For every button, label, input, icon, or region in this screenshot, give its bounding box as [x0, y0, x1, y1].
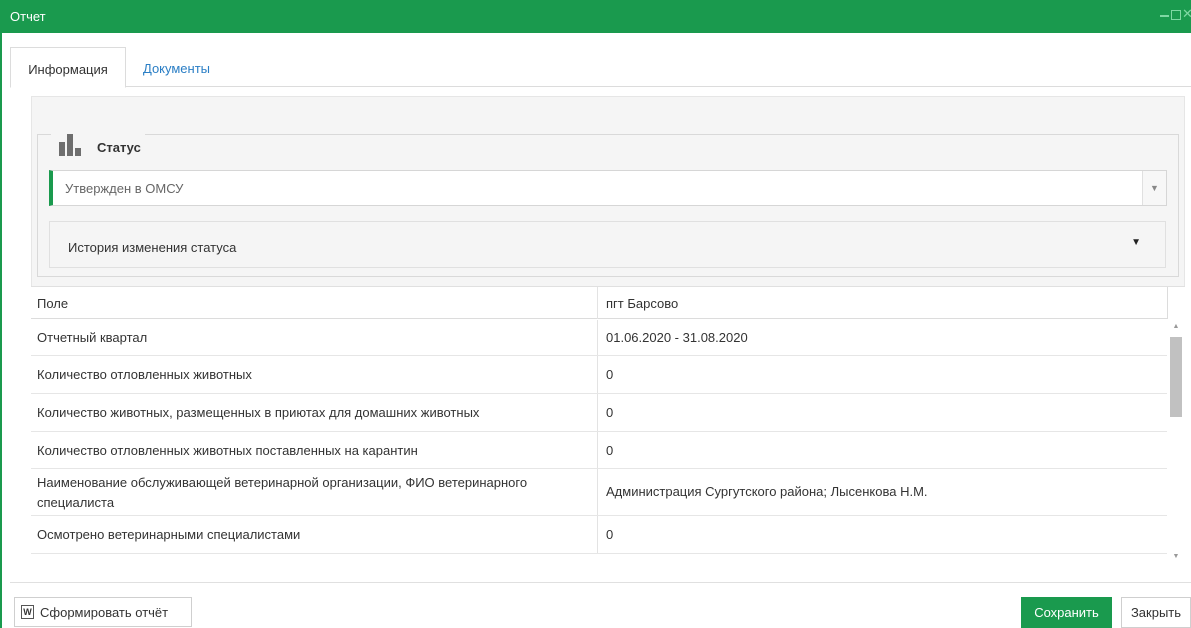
tab-bar: Информация Документы — [10, 47, 1191, 88]
word-document-icon: W — [21, 605, 34, 619]
status-select[interactable]: Утвержден в ОМСУ ▼ — [49, 170, 1167, 206]
minimize-icon[interactable] — [1160, 8, 1169, 20]
window-title: Отчет — [10, 9, 46, 24]
row-value[interactable]: Администрация Сургутского района; Лысенк… — [606, 482, 1156, 502]
report-table: Поле пгт Барсово Отчетный квартал 01.06.… — [31, 286, 1185, 563]
close-window-icon[interactable]: ✕ — [1182, 7, 1191, 20]
table-body: Отчетный квартал 01.06.2020 - 31.08.2020… — [31, 320, 1167, 554]
window-titlebar: Отчет ✕ — [0, 0, 1191, 33]
window-controls: ✕ — [1160, 7, 1191, 20]
status-select-value: Утвержден в ОМСУ — [65, 181, 184, 196]
status-legend: Статус — [51, 120, 145, 156]
row-value[interactable]: 01.06.2020 - 31.08.2020 — [606, 328, 1156, 348]
row-value[interactable]: 0 — [606, 365, 1156, 385]
column-header-field[interactable]: Поле — [37, 296, 68, 311]
scrollbar-thumb[interactable] — [1170, 337, 1182, 417]
row-field: Количество отловленных животных поставле… — [37, 443, 418, 458]
status-label: Статус — [97, 140, 141, 155]
row-value[interactable]: 0 — [606, 525, 1156, 545]
header-scroll-stub — [1167, 287, 1185, 319]
status-history-accordion[interactable]: История изменения статуса ▼ — [49, 221, 1166, 268]
row-field: Осмотрено ветеринарными специалистами — [37, 527, 301, 542]
row-field: Наименование обслуживающей ветеринарной … — [37, 475, 528, 510]
table-scrollbar[interactable]: ▲ ▼ — [1167, 320, 1185, 563]
row-field: Отчетный квартал — [37, 330, 148, 345]
tab-information[interactable]: Информация — [10, 47, 126, 88]
column-header-barsovo[interactable]: пгт Барсово — [606, 296, 678, 311]
row-value[interactable]: 0 — [606, 403, 1156, 423]
table-row[interactable]: Количество отловленных животных 0 — [31, 356, 1167, 394]
bar-chart-icon — [55, 128, 95, 156]
table-row[interactable]: Наименование обслуживающей ветеринарной … — [31, 469, 1167, 516]
table-header: Поле пгт Барсово — [31, 287, 1167, 319]
table-row[interactable]: Количество отловленных животных поставле… — [31, 432, 1167, 469]
tab-documents[interactable]: Документы — [131, 47, 222, 88]
chevron-down-icon[interactable]: ▼ — [1142, 171, 1166, 205]
status-history-label: История изменения статуса — [68, 240, 237, 255]
table-row[interactable]: Отчетный квартал 01.06.2020 - 31.08.2020 — [31, 320, 1167, 356]
footer-divider — [10, 582, 1191, 583]
scroll-down-icon[interactable]: ▼ — [1167, 550, 1185, 563]
scroll-up-icon[interactable]: ▲ — [1167, 320, 1185, 334]
table-row[interactable]: Количество животных, размещенных в приют… — [31, 394, 1167, 432]
row-value[interactable]: 0 — [606, 441, 1156, 461]
close-button[interactable]: Закрыть — [1121, 597, 1191, 628]
caret-down-icon[interactable]: ▼ — [1131, 237, 1141, 248]
window-left-border — [0, 33, 2, 628]
row-field: Количество животных, размещенных в приют… — [37, 405, 480, 420]
generate-report-button[interactable]: W Сформировать отчёт — [14, 597, 192, 627]
save-button[interactable]: Сохранить — [1021, 597, 1112, 628]
maximize-icon[interactable] — [1171, 8, 1181, 20]
table-row[interactable]: Осмотрено ветеринарными специалистами 0 — [31, 516, 1167, 554]
row-field: Количество отловленных животных — [37, 367, 252, 382]
generate-report-label: Сформировать отчёт — [40, 604, 169, 620]
